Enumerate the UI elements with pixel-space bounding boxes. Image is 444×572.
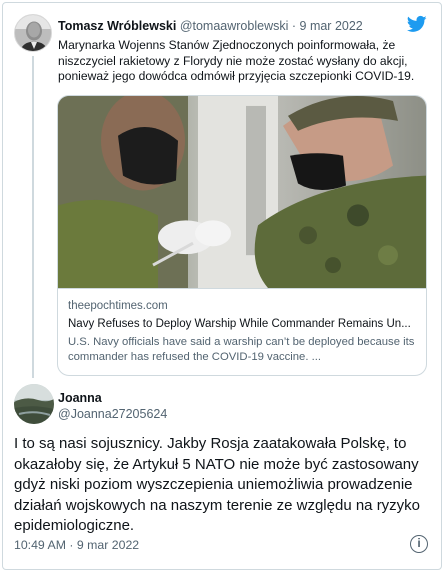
thread-connector-line: [32, 56, 34, 378]
quoted-tweet-text: Marynarka Wojenns Stanów Zjednoczonych p…: [58, 38, 415, 84]
vaccination-photo-icon: [58, 96, 426, 289]
landscape-photo-icon: [14, 384, 54, 424]
quoted-author-handle[interactable]: @tomaawroblewski: [180, 19, 289, 33]
tweet-text: I to są nasi sojusznicy. Jakby Rosja zaa…: [14, 435, 421, 534]
quoted-author-name[interactable]: Tomasz Wróblewski: [58, 19, 176, 33]
tweet-timestamp[interactable]: 10:49 AM · 9 mar 2022: [14, 537, 139, 553]
author-name[interactable]: Joanna: [58, 390, 102, 406]
joanna-avatar[interactable]: [14, 384, 54, 424]
link-preview-card[interactable]: theepochtimes.com Navy Refuses to Deploy…: [57, 95, 427, 376]
tweet-date: 9 mar 2022: [76, 538, 140, 552]
tweet-time: 10:49 AM: [14, 538, 66, 552]
author-handle[interactable]: @Joanna27205624: [58, 406, 167, 422]
card-description: U.S. Navy officials have said a warship …: [68, 336, 415, 363]
card-domain: theepochtimes.com: [68, 300, 168, 312]
timestamp-separator: ·: [69, 538, 74, 552]
header-separator: ·: [291, 19, 297, 33]
twitter-bird-icon[interactable]: [406, 14, 428, 34]
card-title: Navy Refuses to Deploy Warship While Com…: [68, 318, 411, 330]
tomasz-avatar[interactable]: [14, 14, 52, 52]
info-icon[interactable]: i: [410, 535, 428, 553]
quoted-tweet-date[interactable]: 9 mar 2022: [300, 19, 363, 33]
quoted-tweet-header: Tomasz Wróblewski @tomaawroblewski · 9 m…: [58, 18, 363, 34]
